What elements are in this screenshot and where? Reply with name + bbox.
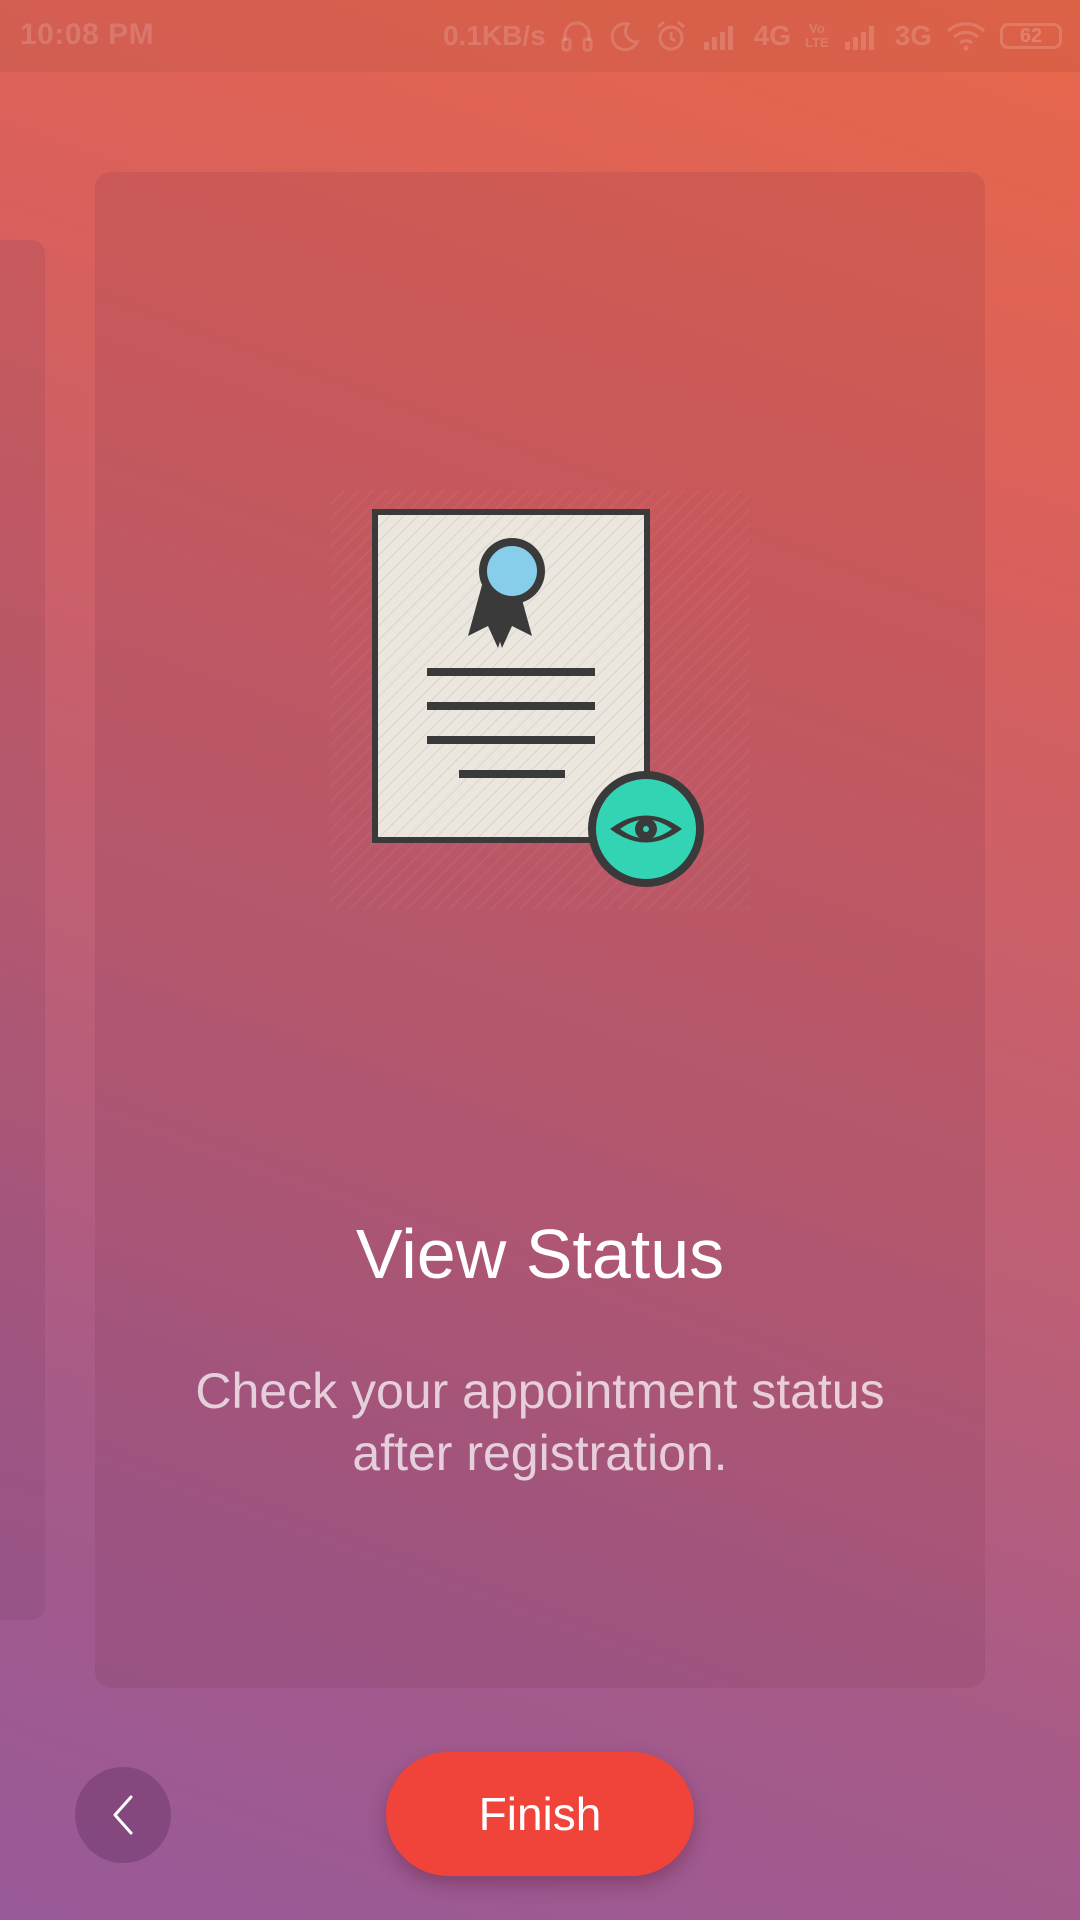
- certificate-with-eye-icon: [330, 490, 750, 910]
- signal-icon: [844, 26, 874, 50]
- volte-indicator: Vo LTE: [805, 22, 829, 50]
- chevron-left-icon: [113, 1795, 133, 1835]
- back-button[interactable]: [75, 1767, 171, 1863]
- moon-icon: [610, 22, 640, 52]
- finish-button[interactable]: Finish: [386, 1752, 694, 1876]
- volte-bottom: LTE: [805, 35, 829, 50]
- wifi-icon: [946, 22, 986, 51]
- network-type-4g: 4G: [753, 20, 792, 51]
- onboarding-screen: 10:08 PM 0.1KB/s 4G Vo LTE 3G 62 View St…: [0, 0, 1080, 1920]
- volte-top: Vo: [809, 21, 825, 36]
- battery-icon: 62: [1000, 23, 1062, 49]
- status-icons: 0.1KB/s 4G Vo LTE 3G 62: [443, 14, 1062, 58]
- page-title: View Status: [355, 1215, 725, 1293]
- signal-icon: [703, 26, 733, 50]
- network-speed: 0.1KB/s: [442, 20, 546, 51]
- page-description: Check your appointment status after regi…: [195, 1363, 885, 1481]
- network-type-3g: 3G: [894, 20, 932, 51]
- alarm-icon: [656, 20, 685, 51]
- previous-card[interactable]: [0, 240, 45, 1620]
- headset-icon: [561, 21, 593, 52]
- status-bar: 10:08 PM 0.1KB/s 4G Vo LTE 3G 62: [0, 0, 1080, 72]
- status-time: 10:08 PM: [20, 18, 155, 51]
